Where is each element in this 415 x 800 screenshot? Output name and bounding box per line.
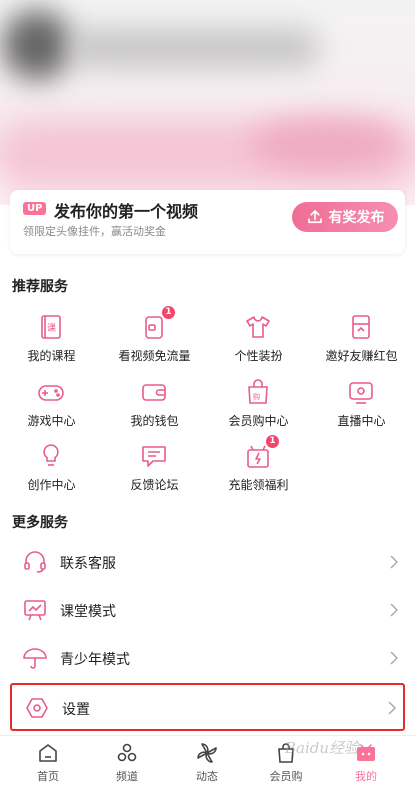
notification-badge: 1 [162, 306, 175, 319]
lightbulb-icon [36, 441, 66, 471]
chevron-right-icon [390, 651, 399, 665]
invite-icon [346, 312, 376, 342]
grid-item-game-center[interactable]: 游戏中心 [0, 377, 103, 437]
grid-item-label: 创作中心 [27, 478, 76, 492]
tab-label: 频道 [116, 770, 138, 783]
gamepad-icon [36, 377, 66, 407]
tab-mine[interactable]: 我的 [336, 742, 396, 792]
grid-item-my-wallet[interactable]: 我的钱包 [103, 377, 206, 437]
tv-mascot-icon [355, 742, 377, 764]
gift-icon: 1 [243, 435, 279, 471]
row-classroom-mode[interactable]: 课堂模式 [10, 587, 405, 635]
publish-with-reward-label: 有奖发布 [328, 210, 385, 226]
profile-header-blurred [0, 0, 415, 205]
grid-item-vip-shop-center[interactable]: 购 会员购中心 [207, 377, 310, 437]
grid-item-feedback-forum[interactable]: 反馈论坛 [103, 441, 206, 501]
classroom-icon [22, 597, 48, 623]
free-data-icon: 1 [139, 306, 175, 342]
home-icon [37, 742, 59, 764]
headset-icon [22, 549, 48, 575]
tshirt-icon [243, 312, 273, 342]
grid-item-label: 直播中心 [337, 414, 386, 428]
upload-card-subtitle: 领限定头像挂件，赢活动奖金 [23, 225, 166, 238]
tab-label: 动态 [196, 770, 218, 783]
upload-icon [307, 210, 322, 224]
row-customer-service[interactable]: 联系客服 [10, 539, 405, 587]
avatar [2, 10, 72, 80]
feedback-icon [139, 441, 169, 471]
notification-badge: 1 [266, 435, 279, 448]
chevron-right-icon [390, 555, 399, 569]
shop-icon [275, 742, 297, 764]
chevron-right-icon [388, 701, 397, 715]
grid-item-label: 反馈论坛 [130, 478, 179, 492]
grid-item-my-courses[interactable]: 课 我的课程 [0, 312, 103, 372]
windmill-icon [196, 742, 218, 764]
grid-item-charge-benefits[interactable]: 1 充能领福利 [207, 435, 310, 501]
svg-text:课: 课 [47, 323, 56, 334]
username-blurred [70, 28, 320, 68]
row-label: 设置 [62, 702, 90, 718]
row-label: 联系客服 [60, 556, 116, 572]
row-teen-mode[interactable]: 青少年模式 [10, 635, 405, 683]
channel-icon [116, 742, 138, 764]
shopping-bag-icon: 购 [243, 377, 273, 407]
umbrella-icon [22, 645, 48, 671]
grid-item-label: 游戏中心 [27, 414, 76, 428]
settings-icon [24, 695, 50, 721]
tab-channel[interactable]: 频道 [97, 742, 157, 792]
grid-item-label: 个性装扮 [234, 349, 283, 363]
row-label: 课堂模式 [60, 604, 116, 620]
row-label: 青少年模式 [60, 652, 130, 668]
grid-item-free-data[interactable]: 1 看视频免流量 [103, 306, 206, 372]
grid-item-label: 充能领福利 [228, 478, 289, 492]
grid-item-invite-friends[interactable]: 邀好友赚红包 [310, 312, 413, 372]
live-tv-icon [346, 377, 376, 407]
bottom-tab-bar: 首页 频道 动态 会员购 我的 [0, 735, 415, 800]
grid-item-label: 看视频免流量 [118, 349, 191, 363]
grid-item-label: 邀好友赚红包 [325, 349, 398, 363]
tab-vip-shop[interactable]: 会员购 [256, 742, 316, 792]
chevron-right-icon [390, 603, 399, 617]
grid-item-creator-center[interactable]: 创作中心 [0, 441, 103, 501]
publish-with-reward-button[interactable]: 有奖发布 [292, 202, 398, 232]
tab-label: 会员购 [269, 770, 303, 783]
recommended-services-title: 推荐服务 [12, 279, 68, 295]
course-icon: 课 [36, 312, 66, 342]
tab-home[interactable]: 首页 [18, 742, 78, 792]
vip-banner-blurred [250, 115, 400, 170]
upload-card-title: 发布你的第一个视频 [54, 202, 199, 221]
tab-label: 我的 [355, 770, 377, 783]
grid-item-label: 我的钱包 [130, 414, 179, 428]
upload-video-card[interactable]: UP 发布你的第一个视频 领限定头像挂件，赢活动奖金 有奖发布 [10, 190, 405, 254]
svg-text:购: 购 [253, 392, 260, 401]
up-badge: UP [23, 202, 47, 215]
grid-item-label: 我的课程 [27, 349, 76, 363]
wallet-icon [139, 377, 169, 407]
grid-item-live-center[interactable]: 直播中心 [310, 377, 413, 437]
grid-item-label: 会员购中心 [228, 414, 289, 428]
tab-dynamic[interactable]: 动态 [177, 742, 237, 792]
more-services-title: 更多服务 [12, 515, 68, 531]
tab-label: 首页 [37, 770, 59, 783]
row-settings[interactable]: 设置 [10, 683, 405, 731]
grid-item-personal-dressup[interactable]: 个性装扮 [207, 312, 310, 372]
